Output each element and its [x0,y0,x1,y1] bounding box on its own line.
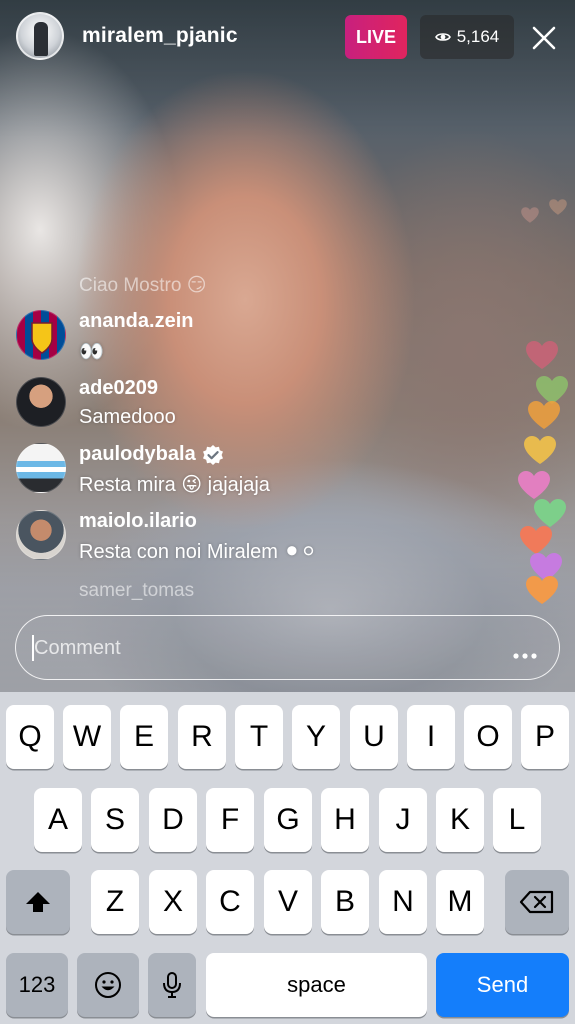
key-j[interactable]: J [379,788,427,852]
key-x[interactable]: X [149,870,197,934]
heart-icon [527,400,561,430]
key-e[interactable]: E [120,705,168,769]
key-r[interactable]: R [178,705,226,769]
comment-username-text: ade0209 [79,377,158,399]
host-avatar[interactable] [16,12,64,60]
comment-text: Samedooo [79,406,176,428]
commenter-username[interactable]: paulodybala [79,443,224,466]
key-k[interactable]: K [436,788,484,852]
commenter-avatar[interactable] [16,443,66,493]
key-n[interactable]: N [379,870,427,934]
send-button[interactable]: Send [436,953,569,1017]
shift-key[interactable] [6,870,70,934]
heart-icon [523,435,557,465]
heart-icon [519,525,553,555]
key-i[interactable]: I [407,705,455,769]
keyboard: Q W E R T Y U I O P A S D F G H J K L Z … [0,692,575,1024]
heart-icon [525,575,559,605]
floating-hearts [505,180,575,620]
heart-icon [533,498,567,528]
emoji-key[interactable] [77,953,139,1017]
key-h[interactable]: H [321,788,369,852]
key-d[interactable]: D [149,788,197,852]
key-t[interactable]: T [235,705,283,769]
comment-item: ananda.zein 👀 [16,310,436,366]
key-z[interactable]: Z [91,870,139,934]
key-w[interactable]: W [63,705,111,769]
key-u[interactable]: U [350,705,398,769]
faded-comment-top: Ciao Mostro 😏 [79,275,207,296]
emoji-icon [77,953,139,1017]
commenter-avatar[interactable] [16,310,66,360]
comment-placeholder: Comment [34,637,121,659]
commenter-avatar[interactable] [16,377,66,427]
shift-icon [6,870,70,934]
eye-icon [434,29,451,45]
heart-icon [525,340,559,370]
live-header: miralem_pjanic LIVE 5,164 [0,0,575,75]
commenter-username[interactable]: maiolo.ilario [79,510,197,533]
backspace-icon [505,870,569,934]
comment-item: ade0209 Samedooo [16,377,436,433]
key-s[interactable]: S [91,788,139,852]
space-key[interactable]: space [206,953,427,1017]
key-y[interactable]: Y [292,705,340,769]
key-p[interactable]: P [521,705,569,769]
comment-text: 👀 [79,341,104,363]
microphone-icon [148,953,196,1017]
comment-item: maiolo.ilario Resta con noi Miralem ⚫⚪ [16,510,436,566]
viewer-count: 5,164 [456,27,500,46]
key-c[interactable]: C [206,870,254,934]
verified-badge-icon [202,444,224,466]
backspace-key[interactable] [505,870,569,934]
key-o[interactable]: O [464,705,512,769]
more-options-icon[interactable] [513,646,537,659]
commenter-avatar[interactable] [16,510,66,560]
key-l[interactable]: L [493,788,541,852]
key-q[interactable]: Q [6,705,54,769]
live-badge: LIVE [345,15,407,59]
comment-username-text: maiolo.ilario [79,510,197,532]
close-icon[interactable] [526,20,562,56]
comment-item: paulodybala Resta mira 😜 jajajaja [16,443,436,499]
commenter-username[interactable]: ade0209 [79,377,158,400]
heart-icon [517,470,551,500]
comment-text: Resta mira 😜 jajajaja [79,474,270,496]
microphone-key[interactable] [148,953,196,1017]
host-username[interactable]: miralem_pjanic [82,24,238,48]
key-m[interactable]: M [436,870,484,934]
heart-icon [549,199,568,216]
key-v[interactable]: V [264,870,312,934]
viewer-count-badge[interactable]: 5,164 [420,15,514,59]
faded-comment-bottom: samer_tomas [79,580,195,601]
key-g[interactable]: G [264,788,312,852]
key-b[interactable]: B [321,870,369,934]
comment-input[interactable]: Comment [15,615,560,680]
comment-username-text: paulodybala [79,443,196,465]
heart-icon [521,207,540,224]
key-a[interactable]: A [34,788,82,852]
numbers-key[interactable]: 123 [6,953,68,1017]
key-f[interactable]: F [206,788,254,852]
comment-username-text: ananda.zein [79,310,194,332]
commenter-username[interactable]: ananda.zein [79,310,193,333]
comment-text: Resta con noi Miralem ⚫⚪ [79,541,318,563]
